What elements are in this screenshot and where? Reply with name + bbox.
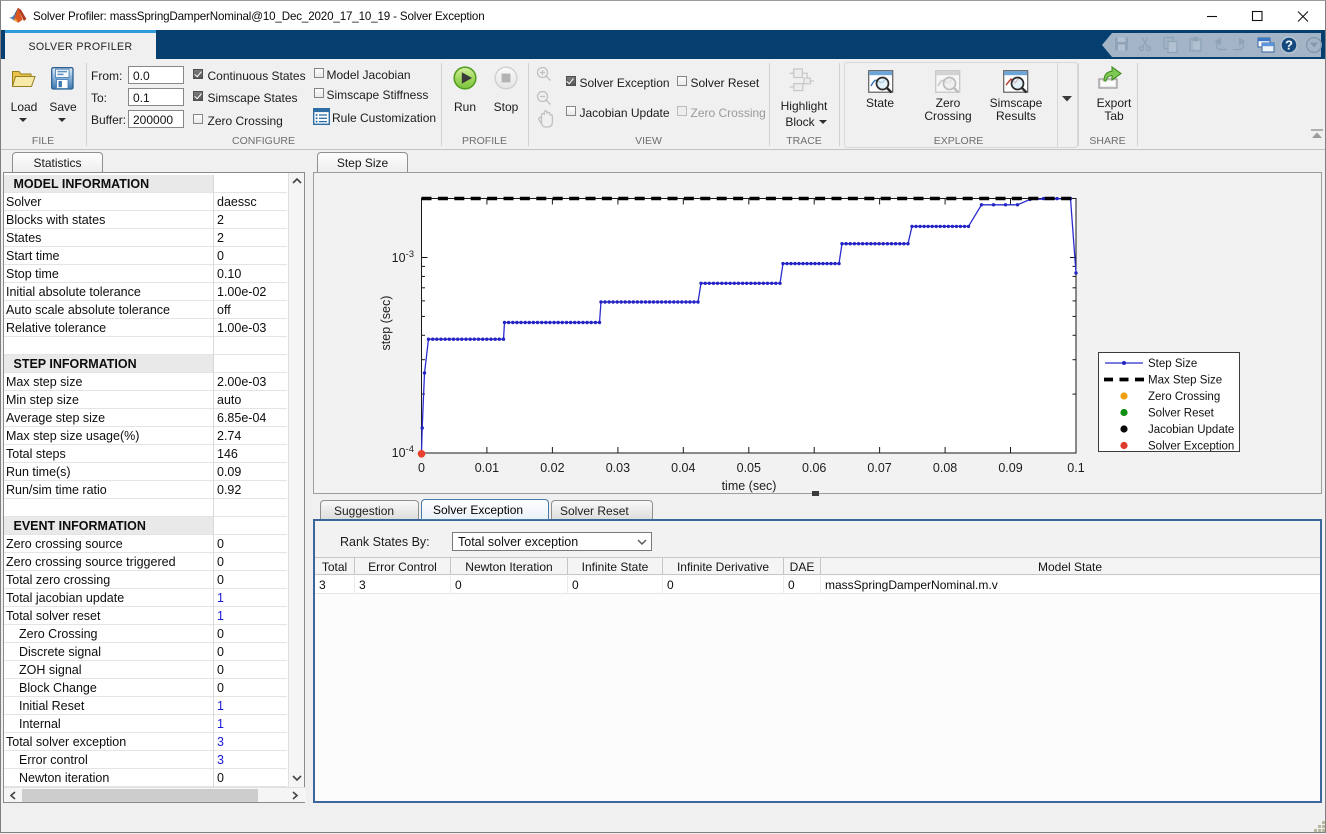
svg-text:0: 0 — [418, 461, 425, 475]
svg-text:step (sec): step (sec) — [379, 296, 393, 351]
svg-text:time (sec): time (sec) — [722, 479, 777, 493]
svg-text:0.07: 0.07 — [867, 461, 891, 475]
svg-text:Step Size: Step Size — [1148, 358, 1197, 370]
svg-text:10-3: 10-3 — [392, 249, 414, 265]
svg-text:0.09: 0.09 — [998, 461, 1022, 475]
svg-text:Jacobian Update: Jacobian Update — [1148, 424, 1234, 436]
svg-text:?: ? — [1285, 38, 1293, 53]
svg-text:Zero Crossing: Zero Crossing — [1148, 391, 1220, 403]
svg-text:0.04: 0.04 — [671, 461, 695, 475]
svg-text:0.1: 0.1 — [1067, 461, 1084, 475]
svg-text:Solver Reset: Solver Reset — [1148, 408, 1215, 420]
svg-text:0.02: 0.02 — [540, 461, 564, 475]
svg-text:0.01: 0.01 — [475, 461, 499, 475]
svg-text:10-4: 10-4 — [392, 444, 414, 460]
svg-text:Solver Exception: Solver Exception — [1148, 441, 1234, 452]
svg-text:0.05: 0.05 — [737, 461, 761, 475]
svg-text:Max Step Size: Max Step Size — [1148, 375, 1222, 387]
svg-text:0.06: 0.06 — [802, 461, 826, 475]
svg-text:0.03: 0.03 — [606, 461, 630, 475]
svg-text:0.08: 0.08 — [933, 461, 957, 475]
